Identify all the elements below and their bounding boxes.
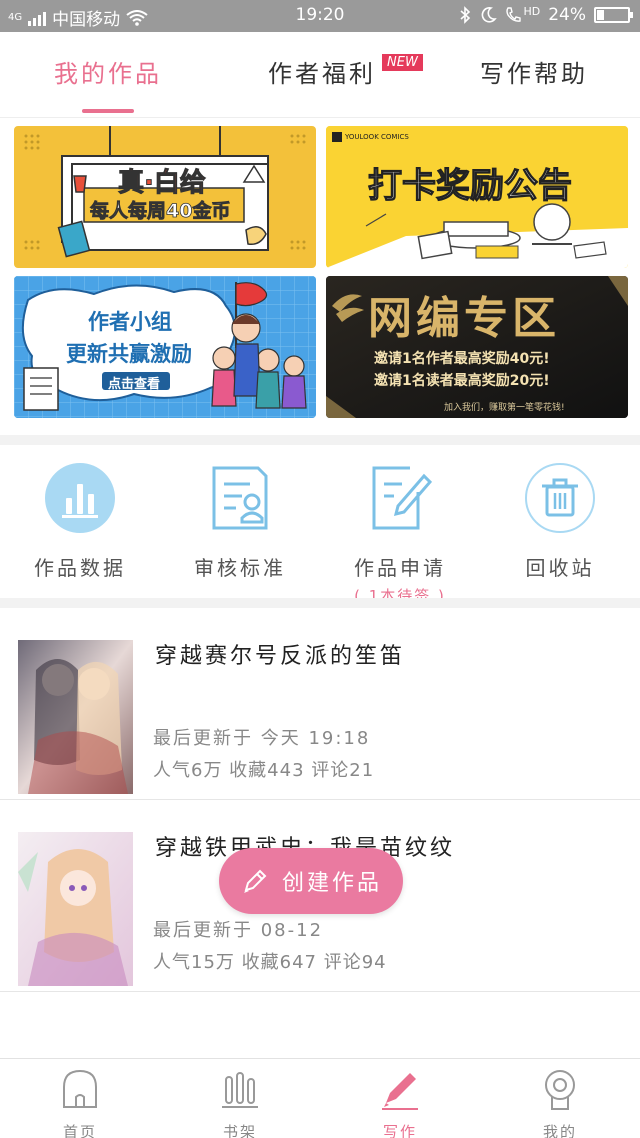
book-stats: 人气6万 收藏443 评论21 [153,760,375,781]
status-right: HD 24% [459,4,633,25]
tab-label: 我的作品 [54,60,162,88]
active-tab-indicator [82,109,134,113]
banner3-cta: 点击查看 [108,377,161,392]
banner4-title: 网编专区 [368,293,560,344]
book-cover [18,832,133,986]
tool-label: 作品数据 [34,556,126,580]
tool-recycle-bin[interactable]: 回收站 [480,462,640,581]
banner3-line1: 作者小组 [88,310,172,334]
banner-weekly-coins[interactable]: 真·白给 每人每周40金币 [14,126,316,268]
tool-label: 作品申请 [354,556,446,580]
tool-work-data[interactable]: 作品数据 [0,462,160,581]
trash-icon [525,463,595,533]
book-cover [18,640,133,794]
list-item[interactable]: 穿越赛尔号反派的笙笛 最后更新于 今天 19:18 人气6万 收藏443 评论2… [0,610,640,800]
banner1-line2: 每人每周40金币 [90,200,231,223]
new-badge: NEW [382,54,423,71]
banner4-line2: 邀请1名读者最高奖励20元! [374,373,550,389]
top-tabs: 我的作品 作者福利 NEW 写作帮助 [0,32,640,118]
banner-grid: 真·白给 每人每周40金币 YOULOOK COMICS 打卡奖励公告 作者小组… [14,126,628,418]
status-bar: 4G 中国移动 19:20 HD 24% [0,0,640,32]
nav-write[interactable]: 写作 [320,1067,480,1138]
bookshelf-icon [222,1072,258,1108]
tool-label: 回收站 [525,556,595,580]
banner1-line1: 真·白给 [118,168,207,199]
last-updated: 最后更新于 今天 19:18 [153,728,371,749]
nav-label: 写作 [382,1123,417,1138]
banner2-logo: YOULOOK COMICS [345,133,409,141]
banner-editor-zone[interactable]: 网编专区 邀请1名作者最高奖励40元! 邀请1名读者最高奖励20元! 加入我们，… [326,276,628,418]
bar-chart-icon [45,463,115,533]
tab-label: 作者福利 [268,60,376,88]
section-divider [0,598,640,608]
battery-icon [594,7,633,23]
section-divider [0,435,640,445]
battery-percent: 24% [548,5,586,25]
tab-author-benefits[interactable]: 作者福利 NEW [268,54,423,89]
create-work-button[interactable]: 创建作品 [219,848,403,914]
tool-review-standard[interactable]: 审核标准 [160,462,320,581]
pencil-icon [243,869,267,893]
phone-icon [506,7,522,22]
home-icon [63,1069,97,1108]
last-updated: 最后更新于 08-12 [153,920,324,941]
nav-home[interactable]: 首页 [0,1067,160,1138]
book-title: 穿越赛尔号反派的笙笛 [155,644,406,669]
bottom-nav: 首页 书架 写作 我的 [0,1058,640,1138]
banner4-footer: 加入我们，赚取第一笔零花钱! [444,403,565,413]
tab-label: 写作帮助 [480,60,588,88]
tool-work-apply[interactable]: 作品申请 ( 1本待签 ) [320,462,480,606]
tab-my-works[interactable]: 我的作品 [54,54,162,89]
author-tools: 作品数据 审核标准 作品申请 ( 1本待签 ) 回收站 [0,448,640,605]
banner-author-group[interactable]: 作者小组 更新共赢激励 点击查看 [14,276,316,418]
banner4-line1: 邀请1名作者最高奖励40元! [374,351,550,367]
nav-label: 首页 [62,1123,97,1138]
nav-label: 书架 [222,1123,257,1138]
nav-bookshelf[interactable]: 书架 [160,1067,320,1138]
hd-label: HD [523,4,541,18]
create-work-label: 创建作品 [281,871,382,896]
banner-checkin-notice[interactable]: YOULOOK COMICS 打卡奖励公告 [326,126,628,268]
book-stats: 人气15万 收藏647 评论94 [153,952,387,973]
review-doc-icon [212,466,268,530]
bluetooth-icon [460,6,471,24]
pen-icon [382,1073,418,1110]
moon-icon [482,7,498,23]
banner3-line2: 更新共赢激励 [66,342,192,366]
banner2-title: 打卡奖励公告 [367,165,572,206]
tab-writing-help[interactable]: 写作帮助 [480,54,588,89]
nav-profile[interactable]: 我的 [480,1067,640,1138]
tool-label: 审核标准 [194,556,286,580]
edit-doc-icon [372,466,433,530]
nav-label: 我的 [542,1123,577,1138]
profile-icon [545,1070,575,1110]
